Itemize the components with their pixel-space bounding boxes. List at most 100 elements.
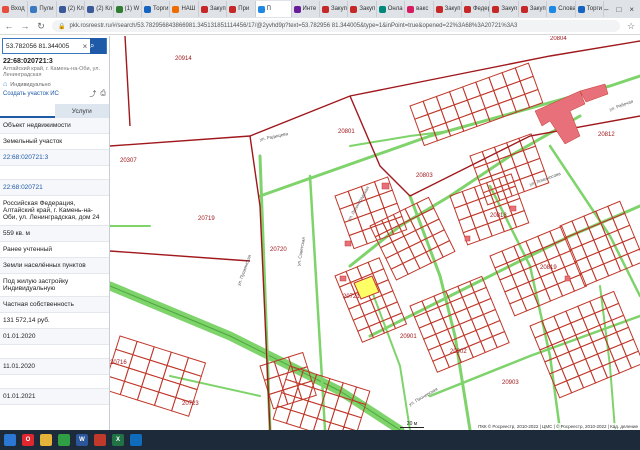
quarter-boundary-3 bbox=[110, 250, 251, 262]
street-label: ул. Радищева bbox=[259, 131, 289, 142]
street-label: ул. Пушкинская bbox=[236, 253, 252, 286]
parcel bbox=[440, 104, 460, 124]
close-icon[interactable]: × bbox=[629, 5, 634, 14]
parcel bbox=[316, 404, 336, 424]
word-icon[interactable]: W bbox=[76, 434, 88, 446]
search-input[interactable]: 53.782056 81.344005 × ⌕ bbox=[2, 38, 107, 54]
browser-tab[interactable]: Федер bbox=[462, 1, 491, 17]
parcel bbox=[470, 210, 489, 229]
parcel bbox=[414, 113, 434, 133]
browser-tab[interactable]: Инте bbox=[292, 1, 320, 17]
property-row: 131 572,14 руб. bbox=[0, 313, 109, 329]
building-3 bbox=[464, 235, 471, 242]
tab-favicon-icon bbox=[435, 5, 443, 13]
parcel bbox=[461, 186, 480, 205]
search-icon: ⌕ bbox=[90, 41, 95, 50]
info-panel: 53.782056 81.344005 × ⌕ 22:68:020721:3 А… bbox=[0, 36, 110, 430]
tab-info[interactable] bbox=[0, 104, 55, 118]
browser-tab[interactable]: Слова bbox=[547, 1, 576, 17]
parcel bbox=[556, 351, 575, 370]
url-input[interactable]: 🔒 pkk.rosreestr.ru/#/search/53.782956843… bbox=[52, 20, 620, 32]
property-row: 559 кв. м bbox=[0, 226, 109, 242]
browser-tab[interactable]: При bbox=[227, 1, 256, 17]
browser-tab[interactable]: Закуп bbox=[490, 1, 519, 17]
browser-tab[interactable]: Закуп bbox=[320, 1, 349, 17]
parcel bbox=[423, 333, 441, 351]
browser-tab[interactable]: вакс bbox=[405, 1, 434, 17]
cadastral-map[interactable]: 2091420804203072080120812208032071420719… bbox=[110, 36, 640, 430]
parcel bbox=[561, 363, 580, 382]
property-row[interactable]: 22:68:020721:3 bbox=[0, 150, 109, 166]
parcel bbox=[370, 207, 390, 227]
quarter-label: 20307 bbox=[120, 158, 137, 164]
browser-tab[interactable]: Закуп bbox=[519, 1, 548, 17]
boundary-layer bbox=[110, 36, 640, 430]
tab-label: НАШ bbox=[181, 6, 196, 12]
quarter-label: 20719 bbox=[198, 216, 215, 222]
share-icon[interactable]: ⤴ bbox=[89, 89, 96, 99]
browser-tab[interactable]: Закуп bbox=[434, 1, 462, 17]
parcel bbox=[506, 80, 526, 100]
windows-icon[interactable] bbox=[4, 434, 16, 446]
browser-tab-bar: Вход Пули (2) Кл (2) Кл (1) W Торги НАШ Закуп Пр… bbox=[0, 0, 640, 18]
parcel bbox=[453, 203, 472, 222]
attribution-text: ПКК © Росреестр, 2010-2022 | ЦМС | © Рос… bbox=[478, 424, 638, 429]
chrome-icon[interactable] bbox=[58, 434, 70, 446]
browser-tab[interactable]: Вход bbox=[0, 1, 29, 17]
tab-label: Федер bbox=[472, 6, 491, 12]
maximize-icon[interactable]: □ bbox=[616, 5, 621, 14]
outlook-icon[interactable] bbox=[130, 434, 142, 446]
building-2 bbox=[381, 182, 390, 190]
object-address-short: Алтайский край, г. Камень-на-Оби, ул. Ле… bbox=[3, 66, 101, 78]
quarter-label: 20914 bbox=[175, 56, 192, 62]
create-parcel-link[interactable]: Создать участок ИС ⤴ ⎙ bbox=[0, 88, 109, 100]
app-icon[interactable] bbox=[94, 434, 106, 446]
reload-icon[interactable]: ↻ bbox=[36, 21, 46, 32]
property-row: Земли населённых пунктов bbox=[0, 258, 109, 274]
browser-tab[interactable]: (1) W bbox=[114, 1, 143, 17]
opera-icon[interactable]: O bbox=[22, 434, 34, 446]
browser-tab[interactable]: Закуп bbox=[348, 1, 377, 17]
browser-tab[interactable]: НАШ bbox=[170, 1, 199, 17]
property-row[interactable]: 22:68:020721 bbox=[0, 180, 109, 196]
star-icon[interactable]: ☆ bbox=[626, 21, 636, 32]
properties-list: Объект недвижимости Земельный участок 22:6… bbox=[0, 118, 109, 405]
parcel bbox=[615, 326, 635, 345]
parcel bbox=[487, 218, 505, 237]
map-attribution: ПКК © Росреестр, 2010-2022 | ЦМС | © Рос… bbox=[476, 423, 640, 430]
tab-services[interactable]: Услуги bbox=[54, 104, 109, 118]
parcel bbox=[568, 346, 587, 365]
map-canvas[interactable]: 2091420804203072080120812208032071420719… bbox=[110, 36, 640, 430]
browser-tab[interactable]: Торги bbox=[576, 1, 605, 17]
browser-tab[interactable]: Онла bbox=[377, 1, 406, 17]
minimize-icon[interactable]: – bbox=[604, 5, 608, 14]
browser-tab[interactable]: (2) Кл bbox=[57, 1, 86, 17]
parcel bbox=[570, 317, 589, 336]
parcel bbox=[591, 263, 610, 282]
browser-tab[interactable]: Пули bbox=[28, 1, 57, 17]
parcel bbox=[582, 312, 601, 331]
browser-tab[interactable]: (2) Кл bbox=[85, 1, 114, 17]
excel-icon[interactable]: X bbox=[112, 434, 124, 446]
clear-icon[interactable]: × bbox=[80, 42, 90, 51]
browser-tab[interactable]: П bbox=[255, 1, 292, 17]
browser-tab[interactable]: Закуп bbox=[199, 1, 228, 17]
forward-icon[interactable]: → bbox=[20, 21, 30, 31]
street-label: ул. Пионерская bbox=[408, 386, 439, 407]
parcel bbox=[544, 283, 564, 302]
parcel bbox=[617, 224, 636, 243]
tab-label: Торги bbox=[586, 6, 603, 12]
back-icon[interactable]: ← bbox=[4, 21, 14, 31]
parcel bbox=[580, 341, 599, 360]
tab-label: Закуп bbox=[209, 6, 226, 12]
folder-icon[interactable] bbox=[40, 434, 52, 446]
parcel bbox=[348, 230, 368, 250]
search-button[interactable]: ⌕ bbox=[90, 38, 106, 54]
browser-tab[interactable]: Торги bbox=[142, 1, 171, 17]
print-icon[interactable]: ⎙ bbox=[100, 90, 106, 98]
parcel bbox=[426, 218, 446, 237]
parcel bbox=[285, 409, 305, 429]
parcel bbox=[468, 340, 486, 359]
parcel bbox=[402, 257, 421, 275]
parcel bbox=[487, 319, 506, 338]
